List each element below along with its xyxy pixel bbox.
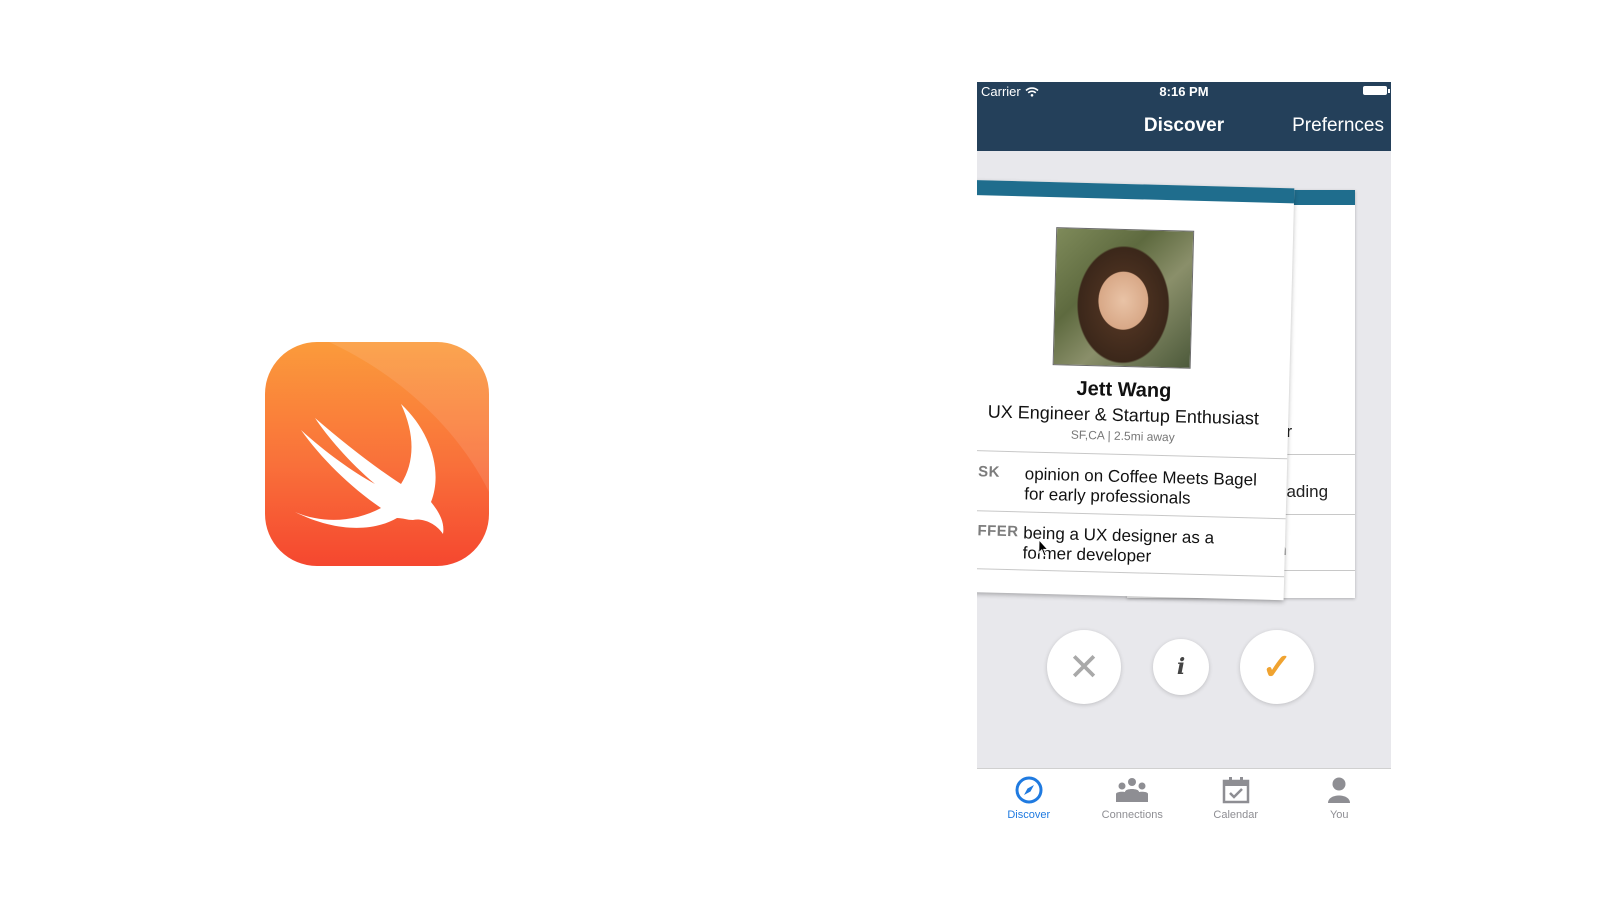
accept-button[interactable]: ✓ xyxy=(1240,630,1314,704)
card-header-strip xyxy=(977,179,1295,204)
tab-label: Connections xyxy=(1101,809,1163,821)
checkmark-icon: ✓ xyxy=(1261,646,1293,687)
tab-label: You xyxy=(1329,809,1349,821)
tab-connections[interactable]: Connections xyxy=(1081,769,1185,827)
tab-bar: Discover Connections Calendar You xyxy=(977,768,1391,827)
status-time: 8:16 PM xyxy=(1159,84,1209,99)
battery-icon xyxy=(1363,86,1390,95)
offer-text: being a UX designer as a former develope… xyxy=(1022,523,1215,566)
info-icon: i xyxy=(1176,654,1186,680)
avatar xyxy=(1052,227,1195,369)
info-button[interactable]: i xyxy=(1153,639,1209,695)
mouse-cursor-icon xyxy=(1038,538,1049,557)
person-icon xyxy=(1328,777,1351,803)
navigation-bar: Carrier 8:16 PM Discover Prefernces xyxy=(977,82,1391,151)
row-tag-offer: OFFER xyxy=(977,521,1019,541)
tab-calendar[interactable]: Calendar xyxy=(1184,769,1288,827)
divider xyxy=(977,449,1288,460)
tab-you[interactable]: You xyxy=(1288,769,1392,827)
people-icon xyxy=(1116,778,1149,802)
calendar-icon xyxy=(1222,777,1249,804)
reject-button[interactable]: ✕ xyxy=(1047,630,1121,704)
preferences-button[interactable]: Prefernces xyxy=(1292,115,1384,137)
swift-logo xyxy=(265,342,489,566)
phone-screen: Carrier 8:16 PM Discover Prefernces er e… xyxy=(977,82,1391,827)
compass-icon xyxy=(1015,776,1043,804)
divider xyxy=(977,509,1286,520)
swift-bird-icon xyxy=(295,342,489,534)
tab-label: Calendar xyxy=(1213,809,1259,821)
ask-text: opinion on Coffee Meets Bagel for early … xyxy=(1023,464,1258,508)
row-tag-ask: ASK xyxy=(977,462,1001,481)
tab-discover[interactable]: Discover xyxy=(977,769,1081,827)
profile-card[interactable]: Jett Wang UX Engineer & Startup Enthusia… xyxy=(977,179,1295,601)
close-icon: ✕ xyxy=(1068,646,1100,689)
tab-label: Discover xyxy=(1007,809,1051,821)
